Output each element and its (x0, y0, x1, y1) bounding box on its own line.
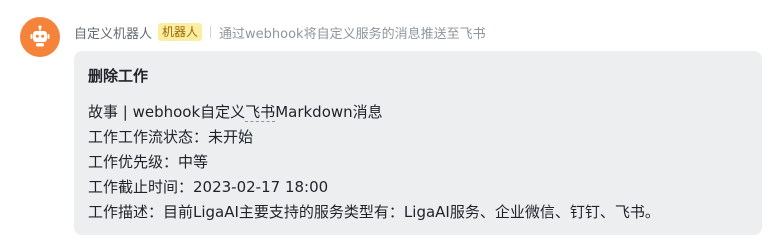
story-suffix: Markdown消息 (275, 103, 383, 121)
header-divider (210, 26, 212, 38)
card-line-description: 工作描述：目前LigaAI主要支持的服务类型有：LigaAI服务、企业微信、钉钉… (88, 203, 660, 221)
robot-icon (30, 25, 50, 47)
sender-name[interactable]: 自定义机器人 (74, 23, 152, 42)
card-line-priority: 工作优先级：中等 (88, 153, 209, 171)
card-title: 删除工作 (88, 67, 149, 85)
message-card: 删除工作 故事 | webhook自定义飞书Markdown消息 工作工作流状态… (74, 51, 762, 235)
bot-avatar[interactable] (20, 17, 60, 57)
bot-badge: 机器人 (158, 23, 203, 41)
card-line-status: 工作工作流状态：未开始 (88, 128, 254, 146)
card-line-story: 故事 | webhook自定义飞书Markdown消息 (88, 100, 748, 125)
sender-description: 通过webhook将自定义服务的消息推送至飞书 (219, 26, 486, 42)
card-line-deadline: 工作截止时间：2023-02-17 18:00 (88, 178, 329, 196)
story-prefix: 故事 | webhook自定义 (88, 103, 246, 121)
message-header: 自定义机器人 机器人 通过webhook将自定义服务的消息推送至飞书 (74, 21, 486, 43)
feishu-link[interactable]: 飞书 (245, 103, 276, 122)
chat-message: 自定义机器人 机器人 通过webhook将自定义服务的消息推送至飞书 删除工作 … (0, 0, 783, 246)
